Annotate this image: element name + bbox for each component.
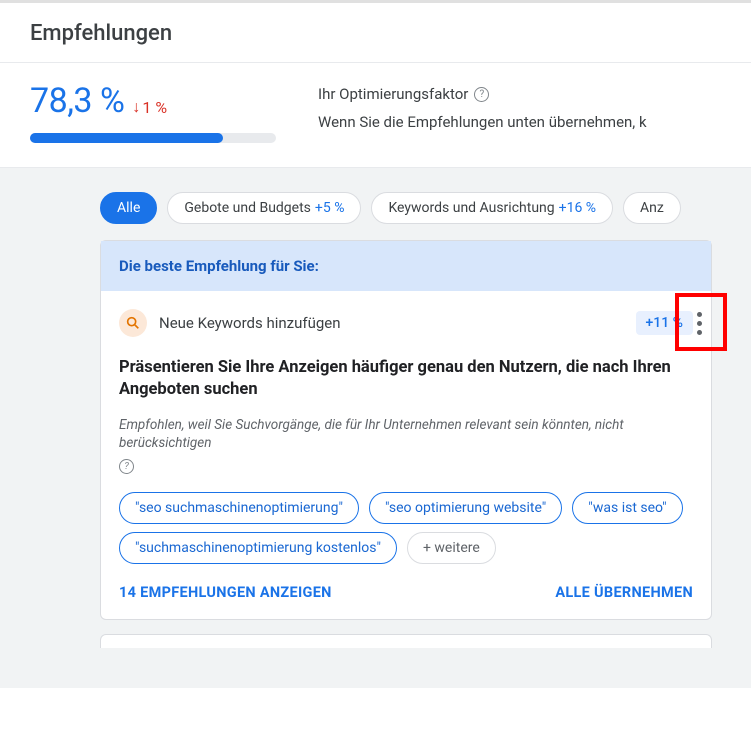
apply-all-link[interactable]: ALLE ÜBERNEHMEN <box>555 584 693 601</box>
card-reason: Empfohlen, weil Sie Suchvorgänge, die fü… <box>119 416 693 475</box>
keyword-chip[interactable]: "suchmaschinenoptimierung kostenlos" <box>119 532 397 564</box>
card-banner: Die beste Empfehlung für Sie: <box>101 241 711 291</box>
progress-bar <box>30 133 276 143</box>
score-delta: ↓ 1 % <box>132 98 167 117</box>
chip-uplift: +16 % <box>559 200 596 216</box>
filter-chip-ads[interactable]: Anz <box>623 192 681 224</box>
optimization-label-text: Ihr Optimierungsfaktor <box>318 85 468 103</box>
banner-text: Die beste Empfehlung für Sie: <box>119 257 693 275</box>
card-reason-text: Empfohlen, weil Sie Suchvorgänge, die fü… <box>119 416 693 454</box>
optimization-label: Ihr Optimierungsfaktor ? <box>318 85 721 103</box>
score-delta-value: 1 % <box>142 98 167 117</box>
chip-label: Anz <box>640 200 664 216</box>
chip-label: Gebote und Budgets <box>184 200 311 216</box>
optimization-score-section: 78,3 % ↓ 1 % Ihr Optimierungsfaktor ? We… <box>0 63 751 167</box>
filter-chip-bids-budgets[interactable]: Gebote und Budgets +5 % <box>167 192 361 224</box>
keyword-chip[interactable]: "seo optimierung website" <box>369 492 562 524</box>
filter-chips-row: Alle Gebote und Budgets +5 % Keywords un… <box>0 192 751 224</box>
next-card-peek <box>100 634 712 648</box>
chip-label: Keywords und Ausrichtung <box>388 200 554 216</box>
help-icon[interactable]: ? <box>474 87 489 102</box>
filter-chip-all[interactable]: Alle <box>100 192 157 224</box>
arrow-down-icon: ↓ <box>132 99 140 115</box>
search-icon <box>119 309 147 337</box>
keyword-chips: "seo suchmaschinenoptimierung" "seo opti… <box>119 492 693 564</box>
keyword-chip[interactable]: "was ist seo" <box>572 492 682 524</box>
help-icon[interactable]: ? <box>119 459 134 474</box>
card-footer: 14 EMPFEHLUNGEN ANZEIGEN ALLE ÜBERNEHMEN <box>101 580 711 619</box>
page-title: Empfehlungen <box>0 3 751 62</box>
chip-uplift: +5 % <box>315 200 345 216</box>
recommendation-card: Die beste Empfehlung für Sie: Neue Keywo… <box>100 240 712 620</box>
card-headline: Präsentieren Sie Ihre Anzeigen häufiger … <box>119 357 693 402</box>
keyword-chip[interactable]: "seo suchmaschinenoptimierung" <box>119 492 359 524</box>
progress-fill <box>30 133 223 143</box>
view-recommendations-link[interactable]: 14 EMPFEHLUNGEN ANZEIGEN <box>119 584 332 601</box>
card-title: Neue Keywords hinzufügen <box>159 314 624 332</box>
score-value: 78,3 % <box>30 81 124 121</box>
more-options-button[interactable] <box>681 301 717 345</box>
optimization-description: Wenn Sie die Empfehlungen unten übernehm… <box>318 113 721 131</box>
recommendations-area: Alle Gebote und Budgets +5 % Keywords un… <box>0 168 751 688</box>
filter-chip-keywords-targeting[interactable]: Keywords und Ausrichtung +16 % <box>371 192 613 224</box>
keyword-chip-more[interactable]: + weitere <box>407 532 496 564</box>
